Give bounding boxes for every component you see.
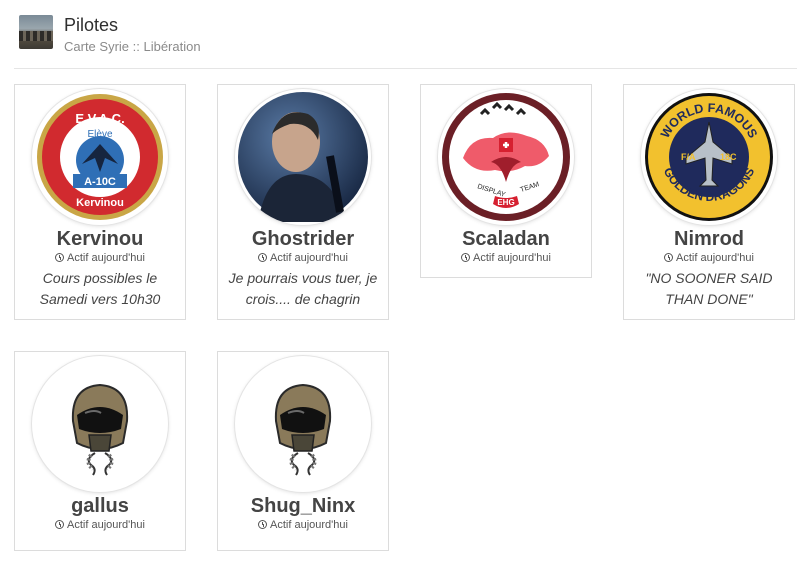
avatar[interactable]: DISPLAY TEAM EHG (438, 89, 574, 225)
display-team-badge-icon: DISPLAY TEAM EHG (442, 93, 570, 221)
evac-badge-icon: E.V.A.C. Elève A-10C Kervinou (37, 94, 163, 220)
member-status: Actif aujourd'hui (624, 251, 794, 265)
member-status: Actif aujourd'hui (15, 251, 185, 265)
member-card: DISPLAY TEAM EHG Scaladan Actif aujourd'… (420, 84, 592, 278)
clock-icon (461, 253, 471, 262)
member-status: Actif aujourd'hui (218, 251, 388, 265)
member-card: gallus Actif aujourd'hui (14, 351, 186, 551)
badge-type-text: A-10C (84, 176, 116, 188)
badge-left-text: F/A (681, 152, 696, 162)
portrait-photo-icon (238, 92, 368, 222)
member-name[interactable]: gallus (15, 495, 185, 517)
clock-icon (664, 253, 674, 262)
member-name[interactable]: Shug_Ninx (218, 495, 388, 517)
member-status: Actif aujourd'hui (15, 518, 185, 532)
group-thumbnail[interactable] (19, 15, 53, 49)
pilot-helmet-icon (274, 383, 332, 476)
clock-icon (55, 520, 65, 529)
header-divider (14, 68, 797, 69)
member-name[interactable]: Nimrod (624, 228, 794, 250)
badge-right-text: 18C (720, 152, 737, 162)
page-title: Pilotes (64, 15, 119, 35)
badge-mid-text: Elève (87, 129, 112, 140)
badge-bottom-text: EHG (497, 198, 514, 207)
avatar[interactable]: WORLD FAMOUS GOLDEN DRAGONS F/A 18C (641, 89, 777, 225)
page-subtitle[interactable]: Carte Syrie :: Libération (64, 39, 201, 55)
golden-dragons-badge-icon: WORLD FAMOUS GOLDEN DRAGONS F/A 18C (645, 93, 773, 221)
avatar[interactable] (32, 356, 168, 492)
avatar[interactable]: E.V.A.C. Elève A-10C Kervinou (32, 89, 168, 225)
avatar[interactable] (235, 89, 371, 225)
member-status: Actif aujourd'hui (218, 518, 388, 532)
member-card: E.V.A.C. Elève A-10C Kervinou Kervinou A… (14, 84, 186, 320)
clock-icon (55, 253, 65, 262)
member-status: Actif aujourd'hui (421, 251, 591, 265)
badge-bottom-text: Kervinou (76, 197, 124, 209)
member-name[interactable]: Kervinou (15, 228, 185, 250)
member-bio: "NO SOONER SAID THAN DONE" (645, 270, 773, 307)
page-header: Pilotes Carte Syrie :: Libération (19, 12, 201, 56)
member-bio: Cours possibles le Samedi vers 10h30 (39, 270, 161, 307)
pilot-helmet-icon (71, 383, 129, 476)
clock-icon (258, 253, 268, 262)
member-bio: Je pourrais vous tuer, je crois.... de c… (228, 270, 378, 307)
clock-icon (258, 520, 268, 529)
member-card: Ghostrider Actif aujourd'hui Je pourrais… (217, 84, 389, 320)
badge-top-text: E.V.A.C. (75, 111, 124, 126)
member-name[interactable]: Ghostrider (218, 228, 388, 250)
member-card: WORLD FAMOUS GOLDEN DRAGONS F/A 18C Nimr… (623, 84, 795, 320)
member-name[interactable]: Scaladan (421, 228, 591, 250)
member-card: Shug_Ninx Actif aujourd'hui (217, 351, 389, 551)
avatar[interactable] (235, 356, 371, 492)
